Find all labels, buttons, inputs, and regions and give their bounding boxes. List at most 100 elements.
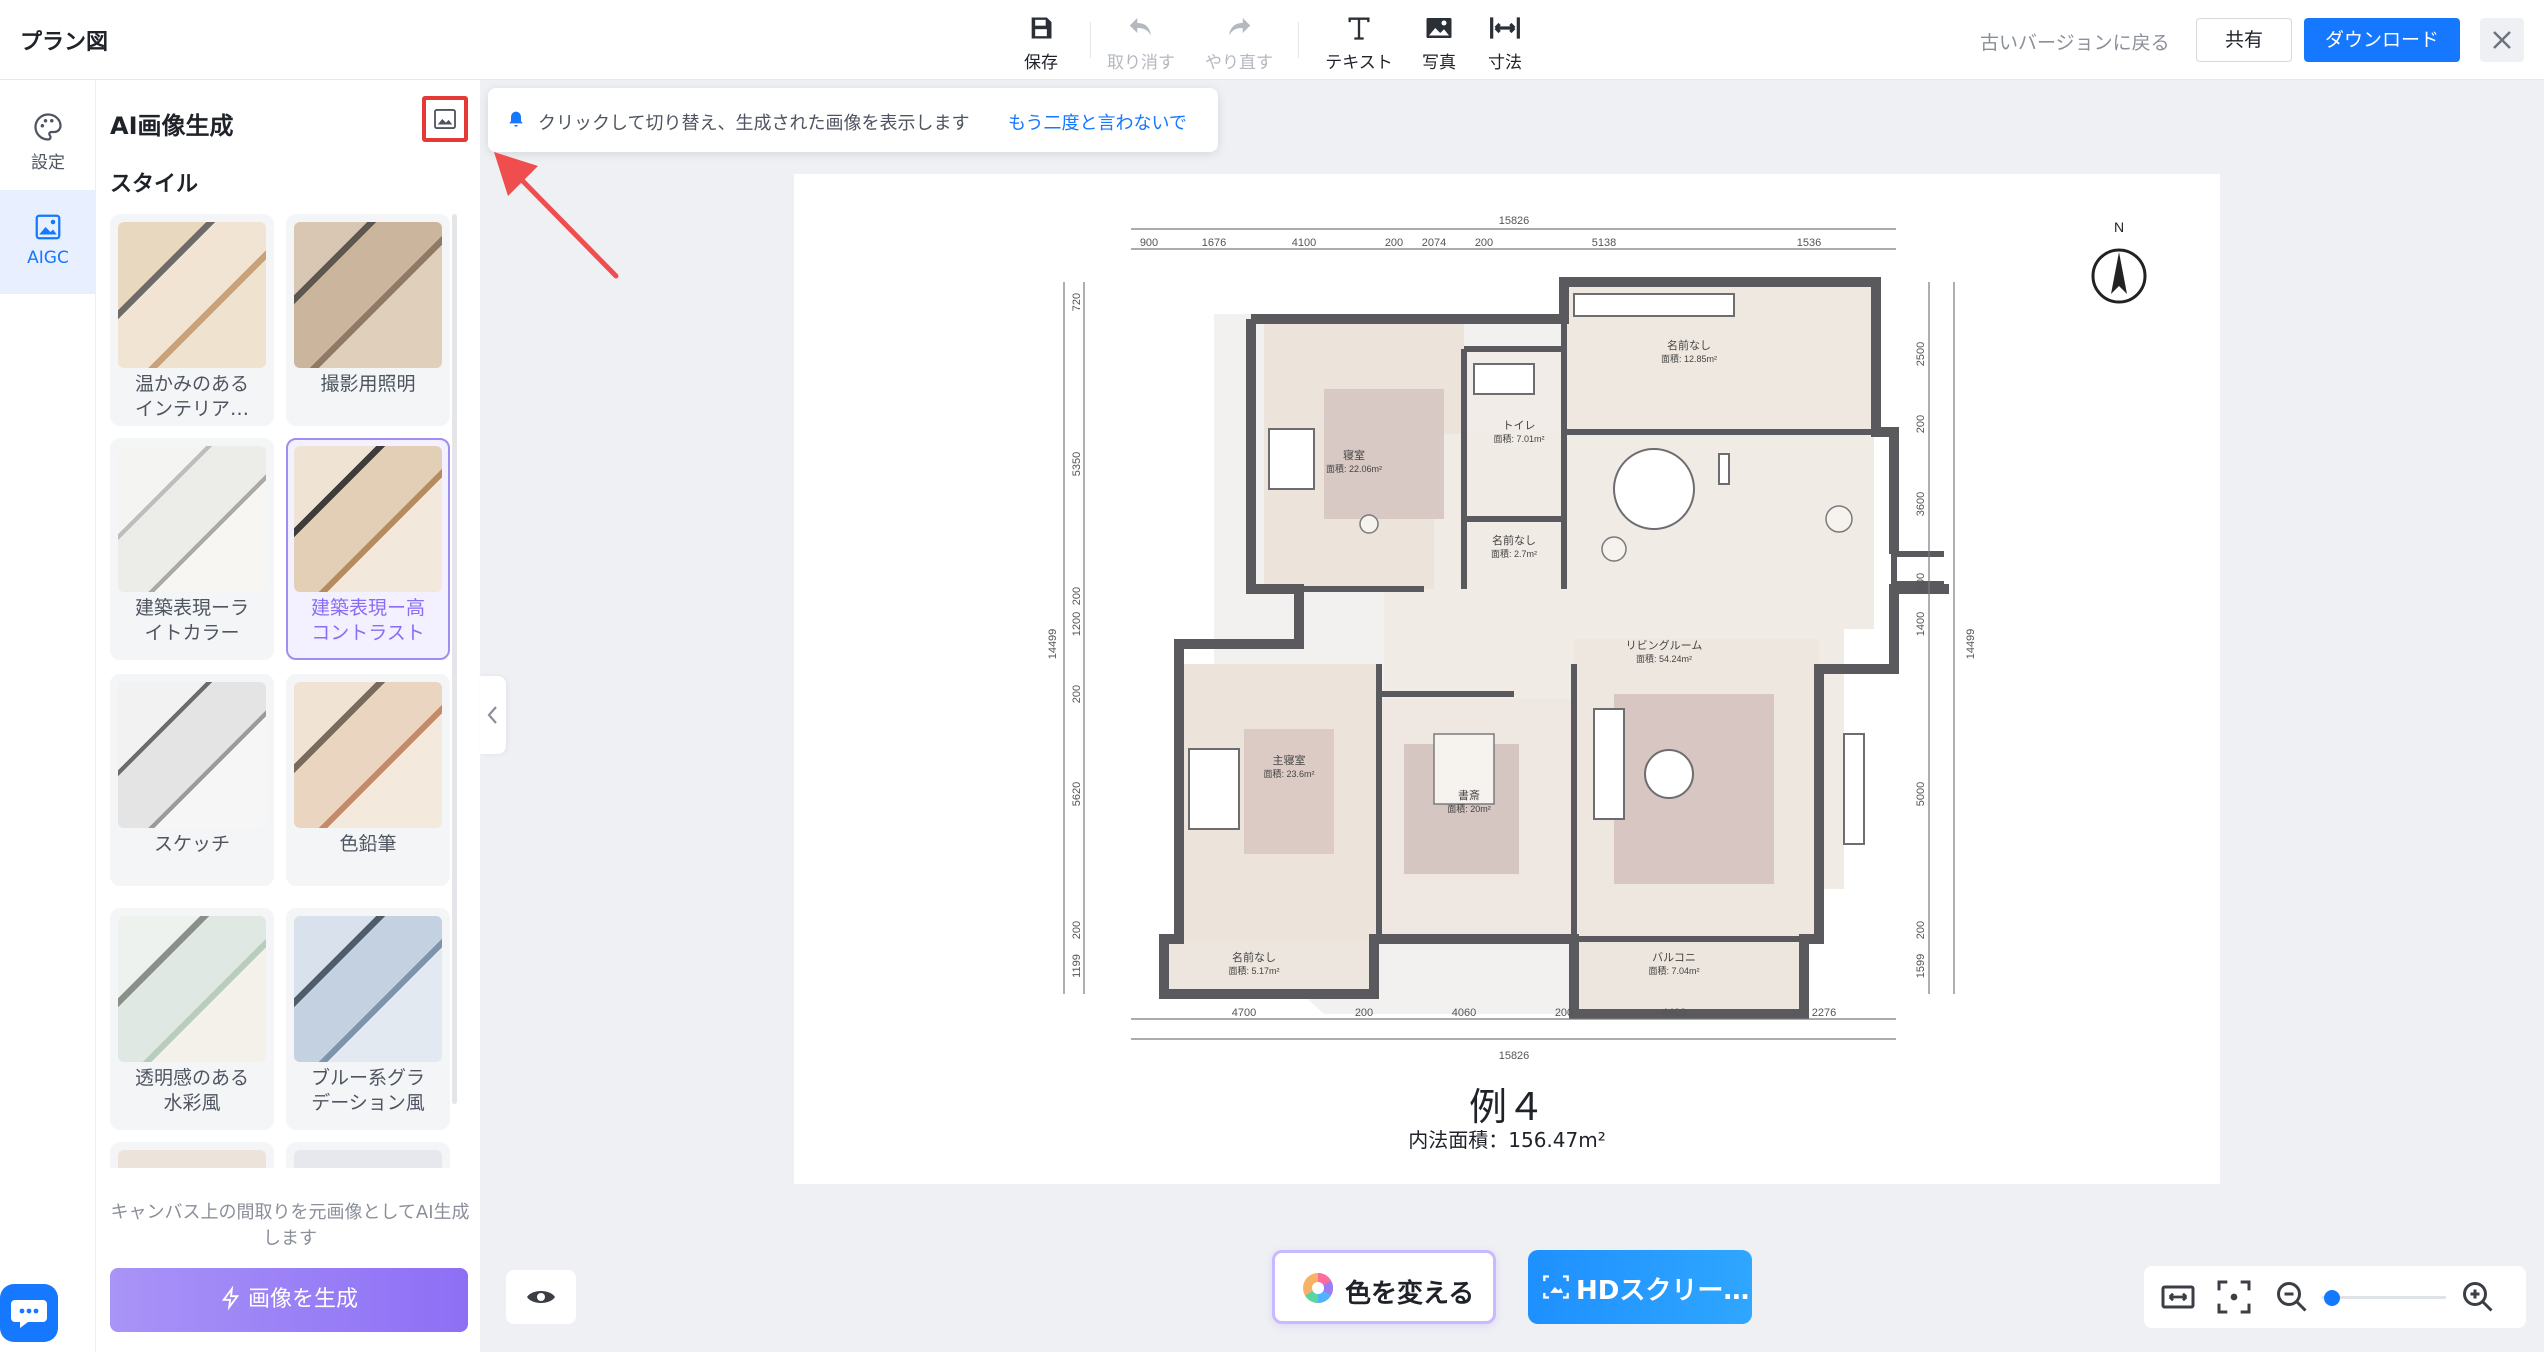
north-label: N (2114, 219, 2124, 235)
style-card-photo-lighting[interactable]: 撮影用照明 (286, 214, 450, 426)
room-name: 名前なし (1492, 533, 1536, 547)
generated-images-toggle-button[interactable] (422, 96, 468, 142)
share-button[interactable]: 共有 (2196, 18, 2292, 62)
image-ai-icon (35, 214, 61, 240)
style-thumbnail (118, 222, 266, 368)
chat-support-button[interactable] (0, 1284, 58, 1342)
rail-item-settings[interactable]: 設定 (0, 90, 96, 194)
change-color-label: 色を変える (1345, 1279, 1475, 1309)
gallery-icon (434, 109, 456, 129)
photo-tool-button[interactable]: 写真 (1404, 12, 1474, 73)
style-thumbnail (294, 222, 442, 368)
back-to-old-version-link[interactable]: 古いバージョンに戻る (1980, 28, 2170, 55)
style-thumbnail (118, 1150, 266, 1168)
dimension-icon (1490, 17, 1520, 39)
plan-area: 内法面積：156.47m² (1408, 1128, 1606, 1152)
bell-icon (509, 111, 523, 127)
photo-label: 写真 (1422, 53, 1456, 73)
close-button[interactable] (2480, 18, 2524, 62)
dimension-label: 1676 (1202, 237, 1226, 249)
style-card-architecture-high-contrast[interactable]: 建築表現ー高 コントラスト (286, 438, 450, 660)
style-section-label: スタイル (110, 172, 199, 197)
redo-label: やり直す (1205, 53, 1273, 73)
floor-plan-drawing: N 15826 15826 14499 14499 900 1676 4100 200 2074… (1047, 215, 2147, 1062)
style-label: 温かみのある インテリア… (134, 373, 249, 420)
room-name: 名前なし (1232, 950, 1276, 964)
style-card-warm-interior[interactable]: 温かみのある インテリア… (110, 214, 274, 426)
zoom-out-icon[interactable] (2274, 1279, 2310, 1315)
style-card-architecture-light[interactable]: 建築表現ーラ イトカラー (110, 438, 274, 660)
rail-item-settings-label: 設定 (31, 153, 65, 173)
undo-icon (1129, 18, 1151, 36)
color-wheel-icon (1303, 1273, 1334, 1303)
dimension-label: 1199 (1071, 954, 1083, 978)
dimension-label: 200 (1355, 1007, 1373, 1019)
style-card-sketch[interactable]: スケッチ (110, 674, 274, 886)
dimension-label: 200 (1071, 921, 1083, 939)
dimension-label: 2074 (1422, 237, 1446, 249)
style-label: 透明感のある 水彩風 (134, 1067, 249, 1114)
dont-show-again-link[interactable]: もう二度と言わないで (1008, 109, 1187, 135)
save-icon (1031, 17, 1052, 39)
fit-screen-icon[interactable] (2214, 1277, 2254, 1317)
visibility-toggle-button[interactable] (506, 1270, 576, 1324)
save-button[interactable]: 保存 (1006, 12, 1076, 73)
fit-width-icon[interactable] (2158, 1277, 2198, 1317)
dimension-label: 900 (1140, 237, 1158, 249)
zoom-in-icon[interactable] (2460, 1279, 2496, 1315)
style-thumbnail (118, 916, 266, 1062)
rail-item-aigc-label: AIGC (27, 248, 69, 268)
dimension-label: 1200 (1071, 612, 1083, 636)
dimension-tool-button[interactable]: 寸法 (1470, 12, 1540, 73)
dimension-label: 5000 (1915, 782, 1927, 806)
photo-icon (1426, 18, 1452, 38)
dimension-label: 3600 (1915, 492, 1927, 516)
style-card-more-1[interactable] (110, 1142, 274, 1168)
plan-title: 例４ (1468, 1085, 1545, 1129)
dimension-label: 720 (1071, 293, 1083, 311)
room-area: 面積: 20m² (1447, 803, 1491, 814)
style-thumbnail (118, 446, 266, 592)
generate-image-label: 画像を生成 (247, 1287, 358, 1312)
room-area: 面積: 7.04m² (1648, 965, 1699, 976)
style-label: 色鉛筆 (339, 833, 397, 855)
dimension-label: 1599 (1915, 954, 1927, 978)
rail-item-aigc[interactable]: AIGC (0, 190, 96, 294)
redo-button[interactable]: やり直す (1204, 12, 1274, 73)
chevron-left-icon (487, 706, 497, 724)
text-tool-button[interactable]: テキスト (1324, 12, 1394, 73)
panel-collapse-handle[interactable] (480, 676, 506, 754)
close-icon (2493, 31, 2511, 49)
undo-button[interactable]: 取り消す (1106, 12, 1176, 73)
style-card-more-2[interactable] (286, 1142, 450, 1168)
hd-screenshot-button[interactable]: HDスクリー… (1528, 1250, 1752, 1324)
style-scrollbar[interactable] (452, 214, 457, 1104)
room-name: バルコニ (1652, 951, 1696, 964)
annotation-arrow (494, 152, 619, 279)
tooltip-text: クリックして切り替え、生成された画像を表示します (538, 113, 970, 134)
dimension-label: 5138 (1592, 237, 1616, 249)
style-card-transparent-watercolor[interactable]: 透明感のある 水彩風 (110, 908, 274, 1130)
generate-image-button[interactable]: 画像を生成 (110, 1268, 468, 1332)
style-thumbnail (294, 682, 442, 828)
room-area: 面積: 54.24m² (1636, 653, 1692, 664)
room-area: 面積: 12.85m² (1661, 353, 1717, 364)
zoom-slider-thumb[interactable] (2324, 1290, 2340, 1306)
palette-icon (34, 113, 62, 141)
style-thumbnail (118, 682, 266, 828)
zoom-slider-track[interactable] (2322, 1296, 2446, 1299)
style-card-blue-gradient[interactable]: ブルー系グラ デーション風 (286, 908, 450, 1130)
style-label: スケッチ (153, 833, 230, 855)
panel-title: AI画像生成 (110, 112, 234, 140)
style-thumbnail (294, 446, 442, 592)
text-icon (1348, 17, 1370, 40)
dimension-label: 寸法 (1488, 53, 1522, 73)
change-color-button[interactable]: 色を変える (1272, 1250, 1496, 1324)
room-area: 面積: 23.6m² (1263, 768, 1314, 779)
style-card-colored-pencil[interactable]: 色鉛筆 (286, 674, 450, 886)
download-button[interactable]: ダウンロード (2304, 18, 2460, 62)
dimension-label: 200 (1385, 237, 1403, 249)
floor-plan-canvas[interactable]: N 15826 15826 14499 14499 900 1676 4100 200 2074… (794, 174, 2220, 1184)
app-title: プラン図 (20, 30, 109, 55)
room-name: 書斎 (1458, 788, 1480, 802)
